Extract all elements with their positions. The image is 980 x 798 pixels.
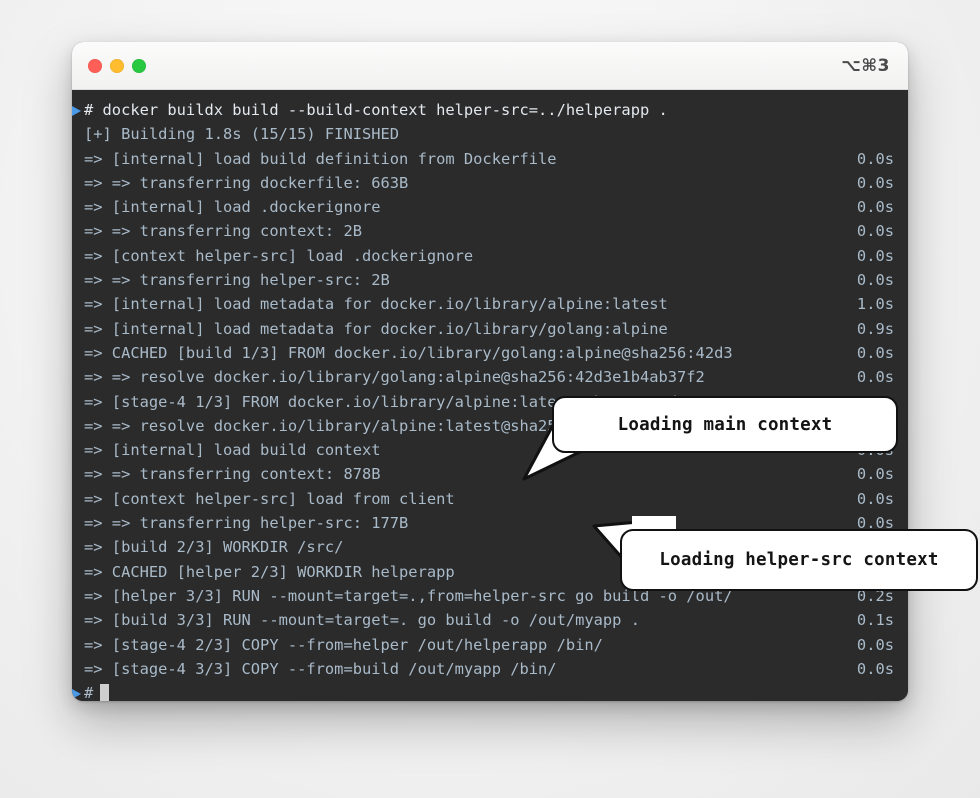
- terminal-line: => [internal] load .dockerignore 0.0s: [72, 195, 908, 219]
- terminal-line-text: => => transferring helper-src: 177B: [84, 514, 409, 533]
- terminal-line: => [internal] load metadata for docker.i…: [72, 292, 908, 316]
- terminal-line: => => transferring helper-src: 2B 0.0s: [72, 268, 908, 292]
- terminal-line-text: => => transferring context: 2B: [84, 222, 362, 241]
- terminal-line-duration: 0.0s: [856, 368, 894, 387]
- terminal-line-text: => [stage-4 3/3] COPY --from=build /out/…: [84, 659, 557, 678]
- terminal-line-text: => [internal] load .dockerignore: [84, 198, 381, 217]
- terminal-line: => [context helper-src] load from client…: [72, 487, 908, 511]
- terminal-line: => => transferring context: 2B 0.0s: [72, 219, 908, 243]
- terminal-line: => CACHED [build 1/3] FROM docker.io/lib…: [72, 341, 908, 365]
- minimize-button[interactable]: [110, 58, 124, 73]
- callout-helper-src-context: Loading helper-src context: [620, 529, 978, 591]
- window-titlebar[interactable]: ⌥⌘3: [72, 42, 908, 90]
- terminal-line-duration: 0.1s: [856, 611, 894, 630]
- terminal-line-duration: 0.0s: [856, 489, 894, 508]
- callout-helper-label: Loading helper-src context: [659, 550, 939, 570]
- terminal-line: => [internal] load metadata for docker.i…: [72, 317, 908, 341]
- desktop-background: ⌥⌘3 # docker buildx build --build-contex…: [0, 0, 980, 798]
- terminal-line: => => resolve docker.io/library/golang:a…: [72, 365, 908, 389]
- terminal-line-duration: 0.0s: [856, 173, 894, 192]
- terminal-line-duration: 0.0s: [856, 465, 894, 484]
- terminal-line-text: => [internal] load build context: [84, 441, 381, 460]
- terminal-line-duration: 0.0s: [856, 149, 894, 168]
- block-cursor: [100, 684, 110, 701]
- terminal-line-text: => [context helper-src] load from client: [84, 489, 455, 508]
- callout-main-context: Loading main context: [552, 396, 898, 453]
- terminal-line-text: => [internal] load build definition from…: [84, 149, 557, 168]
- terminal-line: => [stage-4 3/3] COPY --from=build /out/…: [72, 657, 908, 681]
- terminal-prompt-line[interactable]: #: [72, 681, 908, 701]
- prompt-symbol: #: [84, 684, 94, 701]
- terminal-line-duration: 0.0s: [856, 343, 894, 362]
- terminal-line: => => transferring context: 878B 0.0s: [72, 462, 908, 486]
- terminal-line: => [stage-4 2/3] COPY --from=helper /out…: [72, 633, 908, 657]
- play-triangle-icon: [72, 681, 84, 700]
- terminal-window: ⌥⌘3 # docker buildx build --build-contex…: [72, 42, 978, 701]
- terminal-line-text: => [stage-4 2/3] COPY --from=helper /out…: [84, 635, 603, 654]
- terminal-line-duration: 0.0s: [856, 222, 894, 241]
- terminal-line-text: => [build 3/3] RUN --mount=target=. go b…: [84, 611, 640, 630]
- play-triangle-icon: [72, 98, 84, 116]
- terminal-line: [+] Building 1.8s (15/15) FINISHED: [72, 122, 908, 146]
- window-controls: [88, 58, 146, 73]
- terminal-line-duration: 0.9s: [856, 319, 894, 338]
- callout-main-label: Loading main context: [617, 414, 833, 435]
- zoom-button[interactable]: [132, 58, 146, 73]
- terminal-line-duration: 0.0s: [856, 271, 894, 290]
- terminal-line-duration: 0.0s: [856, 246, 894, 265]
- terminal-line: => => transferring dockerfile: 663B 0.0s: [72, 171, 908, 195]
- terminal-line-text: # docker buildx build --build-context he…: [84, 101, 668, 119]
- terminal-line-text: => => transferring dockerfile: 663B: [84, 173, 409, 192]
- terminal-line-duration: 0.0s: [856, 635, 894, 654]
- terminal-line-text: [+] Building 1.8s (15/15) FINISHED: [84, 125, 400, 144]
- terminal-line-text: => => resolve docker.io/library/golang:a…: [84, 368, 705, 387]
- close-button[interactable]: [88, 58, 102, 73]
- terminal-line-text: => [build 2/3] WORKDIR /src/: [84, 538, 344, 557]
- terminal-line-text: => [internal] load metadata for docker.i…: [84, 295, 668, 314]
- terminal-line-duration: 1.0s: [856, 295, 894, 314]
- terminal-line-text: => [context helper-src] load .dockerigno…: [84, 246, 474, 265]
- terminal-line-text: => => transferring helper-src: 2B: [84, 271, 390, 290]
- terminal-line: => [internal] load build definition from…: [72, 147, 908, 171]
- terminal-line: => [context helper-src] load .dockerigno…: [72, 244, 908, 268]
- terminal-line: => [build 3/3] RUN --mount=target=. go b…: [72, 608, 908, 632]
- terminal-line-text: => => transferring context: 878B: [84, 465, 381, 484]
- terminal-line-text: => CACHED [helper 2/3] WORKDIR helperapp: [84, 562, 455, 581]
- keyboard-shortcut-label: ⌥⌘3: [841, 55, 890, 76]
- terminal-line-duration: 0.0s: [856, 198, 894, 217]
- terminal-line-duration: 0.0s: [856, 659, 894, 678]
- terminal-line-text: => [internal] load metadata for docker.i…: [84, 319, 668, 338]
- terminal-line: # docker buildx build --build-context he…: [72, 98, 908, 122]
- terminal-line-text: => CACHED [build 1/3] FROM docker.io/lib…: [84, 343, 733, 362]
